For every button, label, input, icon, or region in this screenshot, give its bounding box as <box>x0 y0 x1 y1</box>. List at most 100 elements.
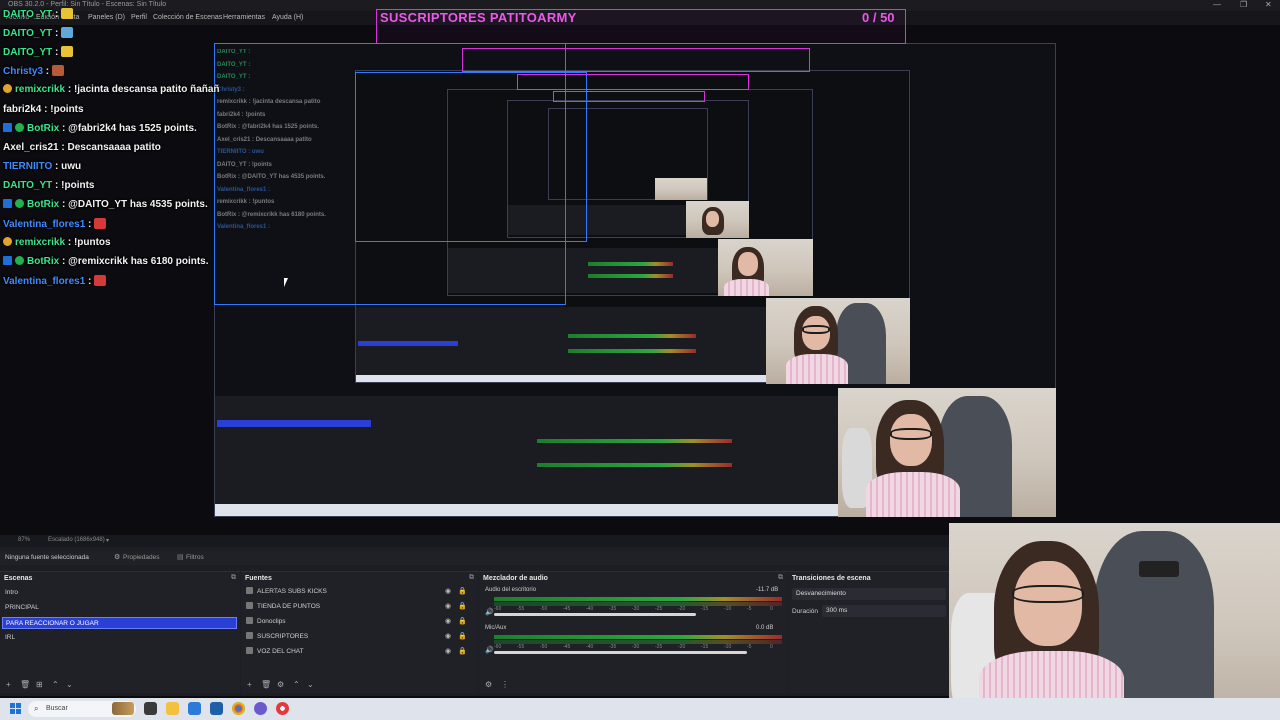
chevron-down-icon[interactable]: ▾ <box>106 537 109 544</box>
meter-scale-tick: 0 <box>770 606 773 612</box>
properties-button[interactable]: Propiedades <box>123 554 160 561</box>
bot-badge-icon <box>3 199 12 208</box>
lock-icon[interactable]: 🔒 <box>458 601 467 613</box>
chat-username: Valentina_flores1 <box>3 276 86 288</box>
eye-icon[interactable]: ◉ <box>445 631 451 643</box>
source-type-icon <box>246 632 253 639</box>
eye-icon[interactable]: ◉ <box>445 646 451 658</box>
chat-message: remixcrikk : !jacinta descansa patito ña… <box>3 84 220 95</box>
close-button[interactable]: ✕ <box>1265 0 1272 9</box>
maximize-button[interactable]: ❐ <box>1240 0 1247 9</box>
more-options-icon[interactable]: ⋮ <box>501 680 509 689</box>
folder-icon[interactable] <box>166 702 179 715</box>
meter-scale-tick: -60 <box>494 606 502 612</box>
scene-filter-button[interactable]: ⊞ <box>36 680 43 689</box>
nested-chat-ghost: DAITO_YT : DAITO_YT : DAITO_YT : Christy3 :… <box>217 49 326 230</box>
scene-item[interactable]: IRL <box>2 632 237 644</box>
chat-username: TIERNIITO <box>3 160 53 172</box>
source-item[interactable]: VOZ DEL CHAT ◉ 🔒 <box>246 646 468 658</box>
move-down-button[interactable]: ⌄ <box>307 680 314 689</box>
chat-separator: : <box>65 237 74 249</box>
meter-scale-tick: -20 <box>678 644 686 650</box>
chat-separator: : <box>59 122 69 134</box>
speaker-icon[interactable]: 🔊 <box>485 646 494 654</box>
menu-ayuda[interactable]: Ayuda (H) <box>272 14 303 21</box>
mixer-track-name: Audio del escritorio <box>485 587 537 593</box>
move-up-button[interactable]: ⌃ <box>293 680 300 689</box>
mouse-cursor <box>284 278 292 287</box>
mixer-track-name: Mic/Aux <box>485 625 507 631</box>
gear-icon[interactable]: ⚙ <box>277 680 284 689</box>
search-placeholder: Buscar <box>46 705 68 712</box>
taskbar: ⌕ Buscar <box>0 698 1280 720</box>
add-source-button[interactable]: + <box>247 680 252 689</box>
meter-scale-tick: -35 <box>609 644 617 650</box>
chat-username: BotRix <box>27 122 60 134</box>
webcam-feed-small <box>686 201 749 238</box>
scene-item[interactable]: Intro <box>2 587 237 599</box>
source-item[interactable]: ALERTAS SUBS KICKS ◉ 🔒 <box>246 586 468 598</box>
meter-scale-tick: -40 <box>586 644 594 650</box>
add-scene-button[interactable]: + <box>6 680 11 689</box>
chat-text: !points <box>61 179 95 191</box>
zoom-level[interactable]: 87% <box>18 537 30 543</box>
webcam-feed-large <box>766 298 910 384</box>
chat-text: !points <box>50 103 84 115</box>
chat-message: TIERNIITO : uwu <box>3 161 81 172</box>
windows-start-icon[interactable] <box>10 703 22 715</box>
lock-icon[interactable]: 🔒 <box>458 616 467 628</box>
lock-icon[interactable]: 🔒 <box>458 586 467 598</box>
nested-meter-1a <box>537 439 732 443</box>
gear-icon: ⚙ <box>114 554 121 561</box>
eye-icon[interactable]: ◉ <box>445 616 451 628</box>
filter-icon: ▤ <box>177 554 184 561</box>
source-item[interactable]: Donoclips ◉ 🔒 <box>246 616 468 628</box>
transition-select[interactable]: Desvanecimiento <box>792 588 946 600</box>
file-icon[interactable] <box>144 702 157 715</box>
trash-icon[interactable]: 🗑 <box>20 680 30 689</box>
minimize-button[interactable]: — <box>1213 0 1221 9</box>
duration-input[interactable]: 300 ms <box>822 605 946 617</box>
chat-message: Axel_cris21 : Descansaaaa patito <box>3 142 161 153</box>
volume-slider[interactable] <box>494 613 696 616</box>
lock-icon[interactable]: 🔒 <box>458 631 467 643</box>
speaker-icon[interactable]: 🔊 <box>485 608 494 616</box>
scene-item[interactable]: PRINCIPAL <box>2 602 237 614</box>
chat-text: @remixcrikk has 6180 points. <box>68 256 209 268</box>
undock-icon[interactable]: ⧉ <box>778 574 783 582</box>
store-icon[interactable] <box>188 702 201 715</box>
trash-icon[interactable]: 🗑 <box>261 680 271 689</box>
source-label: VOZ DEL CHAT <box>257 648 304 655</box>
eye-icon[interactable]: ◉ <box>445 586 451 598</box>
source-item[interactable]: TIENDA DE PUNTOS ◉ 🔒 <box>246 601 468 613</box>
warning-badge-icon <box>3 84 12 94</box>
move-up-button[interactable]: ⌃ <box>52 680 59 689</box>
nested-active-scene-1 <box>217 420 371 427</box>
source-item[interactable]: SUSCRIPTORES ◉ 🔒 <box>246 631 468 643</box>
undock-icon[interactable]: ⧉ <box>231 574 236 582</box>
chrome-icon[interactable] <box>232 702 245 715</box>
link-icon[interactable]: ⚙ <box>485 680 492 689</box>
scene-item[interactable]: PARA REACCIONAR O JUGAR <box>2 617 237 629</box>
filters-button[interactable]: Filtros <box>186 554 204 561</box>
app-icon[interactable] <box>210 702 223 715</box>
meter-scale-tick: -10 <box>724 644 732 650</box>
nested-meter-3b <box>588 274 673 278</box>
preview-scale[interactable]: Escalado (1686x948) <box>48 537 105 543</box>
source-label: ALERTAS SUBS KICKS <box>257 588 327 595</box>
obs-icon[interactable] <box>276 702 289 715</box>
chat-username: BotRix <box>27 199 60 210</box>
lock-icon[interactable]: 🔒 <box>458 646 467 658</box>
undock-icon[interactable]: ⧉ <box>469 574 474 582</box>
source-label: Donoclips <box>257 618 286 625</box>
chat-separator: : <box>52 28 62 40</box>
chat-username: remixcrikk <box>15 84 66 96</box>
move-down-button[interactable]: ⌄ <box>66 680 73 689</box>
volume-slider[interactable] <box>494 651 748 654</box>
edge-icon[interactable] <box>254 702 267 715</box>
audio-level-meter <box>494 597 782 601</box>
eye-icon[interactable]: ◉ <box>445 601 451 613</box>
chat-separator: : <box>52 9 62 20</box>
sources-title: Fuentes <box>245 575 272 582</box>
landscape-thumb[interactable] <box>112 702 134 715</box>
